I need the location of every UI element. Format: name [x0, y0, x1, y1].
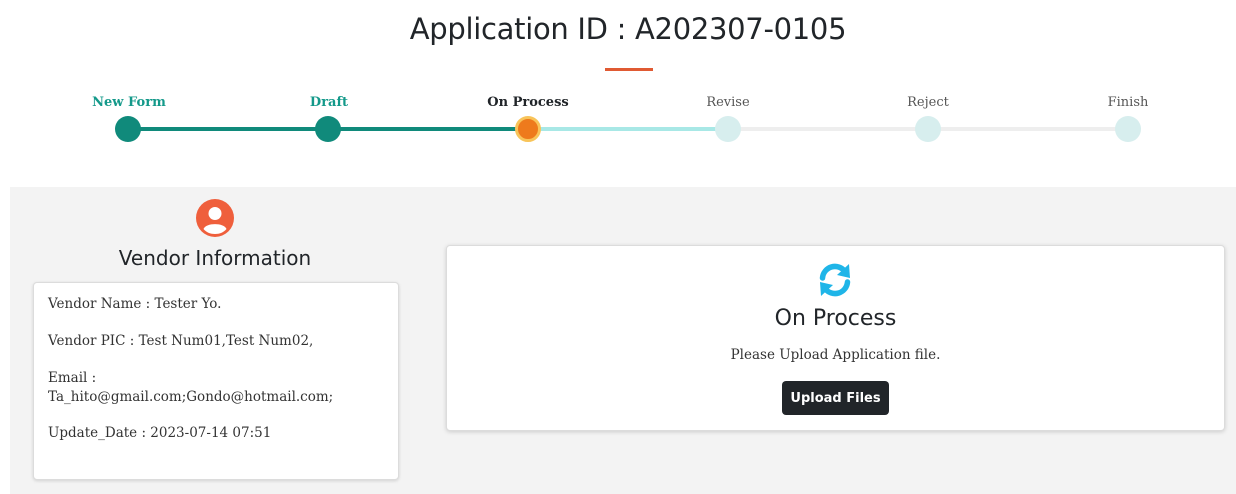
step-label-draft: Draft	[309, 95, 349, 110]
vendor-email: Email : Ta_hito@gmail.com;Gondo@hotmail.…	[48, 369, 384, 407]
step-dot-new-form	[115, 116, 141, 142]
vendor-name: Vendor Name : Tester Yo.	[48, 296, 222, 312]
vendor-info-card: Vendor Name : Tester Yo. Vendor PIC : Te…	[33, 282, 399, 480]
status-card: On Process Please Upload Application fil…	[446, 245, 1225, 431]
status-title: On Process	[774, 306, 897, 331]
step-track-4	[728, 127, 928, 131]
step-dot-reject	[915, 116, 941, 142]
vendor-info-heading: Vendor Information	[118, 246, 312, 270]
status-message: Please Upload Application file.	[730, 347, 941, 363]
step-dot-finish	[1115, 116, 1141, 142]
step-label-on-process: On Process	[487, 95, 569, 110]
page-title: Application ID : A202307-0105	[409, 12, 847, 46]
user-circle-icon	[196, 199, 234, 237]
step-label-revise: Revise	[706, 95, 750, 110]
step-track-1	[128, 127, 328, 131]
vendor-email-label: Email :	[48, 370, 97, 386]
title-underline	[605, 68, 653, 71]
step-track-2	[328, 127, 528, 131]
upload-files-button[interactable]: Upload Files	[782, 381, 889, 415]
step-dot-revise	[715, 116, 741, 142]
step-dot-on-process	[515, 116, 541, 142]
vendor-pic: Vendor PIC : Test Num01,Test Num02,	[48, 333, 314, 349]
vendor-update-date: Update_Date : 2023-07-14 07:51	[48, 425, 272, 441]
step-dot-draft	[315, 116, 341, 142]
step-track-3	[528, 127, 728, 131]
step-label-finish: Finish	[1107, 95, 1149, 110]
refresh-icon	[819, 263, 851, 297]
step-track-5	[928, 127, 1128, 131]
step-label-reject: Reject	[907, 95, 949, 110]
step-label-new-form: New Form	[92, 95, 166, 110]
vendor-email-value: Ta_hito@gmail.com;Gondo@hotmail.com;	[48, 389, 334, 405]
progress-stepper: New Form Draft On Process Revise Reject …	[0, 90, 1236, 150]
